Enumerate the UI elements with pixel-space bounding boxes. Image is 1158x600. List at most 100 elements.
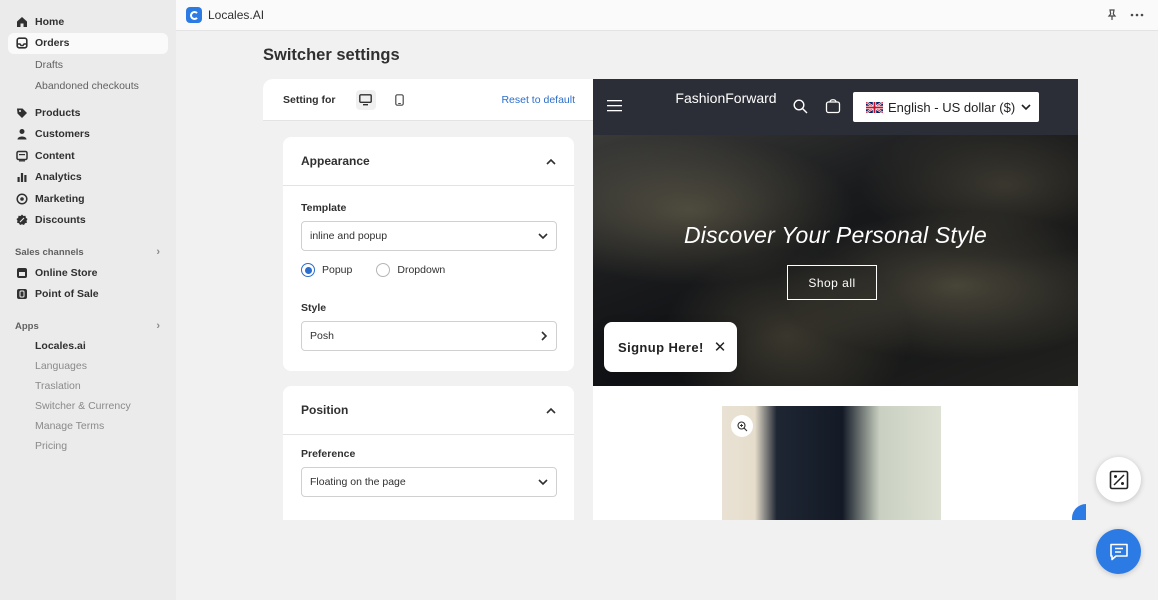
- sidebar-item-label: Online Store: [35, 266, 98, 279]
- radio-dropdown-label: Dropdown: [397, 264, 446, 276]
- mobile-device-button[interactable]: [390, 90, 410, 110]
- analytics-icon: [16, 171, 28, 183]
- pos-icon: [16, 288, 28, 300]
- store-preview: FashionForward English - US dollar ($) D…: [593, 79, 1078, 520]
- radio-popup[interactable]: [301, 263, 315, 277]
- store-name[interactable]: FashionForward: [671, 91, 781, 106]
- chevron-right-icon: ›: [156, 320, 160, 332]
- appearance-title: Appearance: [301, 154, 370, 168]
- setting-for-label: Setting for: [283, 93, 336, 106]
- apps-header[interactable]: Apps ›: [8, 316, 168, 336]
- sidebar-item-label: Customers: [35, 128, 90, 141]
- radio-group-template: Popup Dropdown: [301, 263, 445, 277]
- marketing-icon: [16, 193, 28, 205]
- chevron-up-icon: [546, 407, 556, 414]
- preference-value: Floating on the page: [310, 476, 406, 488]
- sidebar-item-label: Products: [35, 106, 81, 119]
- sidebar-app-switcher-currency[interactable]: Switcher & Currency: [8, 396, 168, 416]
- sidebar-subitem-abandoned-checkouts[interactable]: Abandoned checkouts: [8, 76, 168, 98]
- sidebar-item-label: Home: [35, 15, 65, 28]
- sidebar-item-orders[interactable]: Orders: [8, 32, 168, 54]
- style-value: Posh: [310, 330, 334, 342]
- sidebar-item-label: Orders: [35, 37, 70, 50]
- sidebar-app-manage-terms[interactable]: Manage Terms: [8, 416, 168, 436]
- preference-select[interactable]: Floating on the page: [301, 467, 557, 497]
- chevron-right-icon: ›: [156, 246, 160, 258]
- signup-popup[interactable]: Signup Here! ✕: [604, 322, 737, 372]
- signup-text: Signup Here!: [618, 339, 704, 355]
- sidebar-item-customers[interactable]: Customers: [8, 124, 168, 146]
- sidebar-app-pricing[interactable]: Pricing: [8, 436, 168, 456]
- sidebar-item-products[interactable]: Products: [8, 102, 168, 124]
- reset-to-default-link[interactable]: Reset to default: [501, 94, 575, 106]
- template-label: Template: [301, 202, 347, 214]
- mobile-icon: [395, 93, 404, 106]
- apps-label: Apps: [15, 320, 39, 332]
- tag-icon: [16, 107, 28, 119]
- chat-icon: [1109, 543, 1128, 560]
- sidebar-item-label: Analytics: [35, 171, 82, 184]
- sales-channels-label: Sales channels: [15, 246, 84, 258]
- app-logo: [186, 7, 202, 23]
- sidebar-app-traslation[interactable]: Traslation: [8, 376, 168, 396]
- hero-title: Discover Your Personal Style: [683, 222, 988, 248]
- home-icon: [16, 16, 28, 28]
- app-title: Locales.AI: [208, 8, 265, 22]
- zoom-icon[interactable]: [731, 415, 753, 437]
- appearance-header[interactable]: Appearance: [283, 137, 574, 186]
- cart-icon[interactable]: [825, 98, 841, 119]
- uk-flag-icon: [866, 101, 883, 113]
- page-title: Switcher settings: [263, 46, 400, 64]
- settings-panel: Setting for Reset to default Appearance …: [263, 79, 593, 520]
- sidebar-item-label: Point of Sale: [35, 288, 99, 301]
- template-value: inline and popup: [310, 230, 388, 242]
- chevron-down-icon: [1021, 103, 1031, 110]
- store-icon: [16, 267, 28, 279]
- preference-label: Preference: [301, 448, 356, 460]
- store-header: FashionForward English - US dollar ($): [593, 79, 1078, 135]
- position-title: Position: [301, 403, 349, 417]
- sidebar-item-online-store[interactable]: Online Store: [8, 262, 168, 284]
- sidebar-item-label: Discounts: [35, 214, 86, 227]
- pin-icon[interactable]: [1106, 8, 1118, 26]
- sidebar-item-analytics[interactable]: Analytics: [8, 167, 168, 189]
- setting-for-bar: Setting for Reset to default: [263, 79, 593, 121]
- radio-popup-label: Popup: [322, 264, 353, 276]
- sidebar-item-discounts[interactable]: Discounts: [8, 210, 168, 232]
- sales-channels-header[interactable]: Sales channels ›: [8, 242, 168, 262]
- hamburger-menu-icon[interactable]: [607, 99, 622, 117]
- sidebar-app-languages[interactable]: Languages: [8, 356, 168, 376]
- language-currency-label: English - US dollar ($): [888, 99, 1016, 115]
- sidebar-item-marketing[interactable]: Marketing: [8, 188, 168, 210]
- sidebar-item-label: Content: [35, 149, 75, 162]
- discount-widget-button[interactable]: [1096, 457, 1141, 502]
- discount-icon: [16, 214, 28, 226]
- product-image[interactable]: [722, 406, 941, 520]
- content-icon: [16, 150, 28, 162]
- more-options-icon[interactable]: [1130, 8, 1144, 26]
- person-icon: [16, 128, 28, 140]
- sidebar-item-home[interactable]: Home: [8, 11, 168, 33]
- close-icon[interactable]: ✕: [714, 338, 727, 356]
- sidebar-item-label: Marketing: [35, 192, 85, 205]
- desktop-device-button[interactable]: [355, 89, 376, 110]
- sidebar-item-content[interactable]: Content: [8, 145, 168, 167]
- radio-dropdown[interactable]: [376, 263, 391, 277]
- chat-button[interactable]: [1096, 529, 1141, 574]
- chevron-up-icon: [546, 158, 556, 165]
- search-icon[interactable]: [793, 99, 808, 119]
- sidebar: Home Orders Drafts Abandoned checkouts P…: [0, 0, 176, 600]
- sidebar-item-point-of-sale[interactable]: Point of Sale: [8, 284, 168, 306]
- style-select[interactable]: Posh: [301, 321, 557, 351]
- orders-icon: [16, 37, 28, 49]
- template-select[interactable]: inline and popup: [301, 221, 557, 251]
- appearance-section: Appearance Template inline and popup Pop…: [283, 137, 574, 371]
- sidebar-app-locales-ai[interactable]: Locales.ai: [8, 336, 168, 356]
- chevron-down-icon: [538, 478, 548, 485]
- language-currency-button[interactable]: English - US dollar ($): [853, 92, 1039, 122]
- sidebar-subitem-drafts[interactable]: Drafts: [8, 54, 168, 76]
- desktop-icon: [359, 93, 372, 105]
- shop-all-button[interactable]: Shop all: [787, 265, 877, 300]
- percent-icon: [1109, 470, 1128, 489]
- position-header[interactable]: Position: [283, 386, 574, 435]
